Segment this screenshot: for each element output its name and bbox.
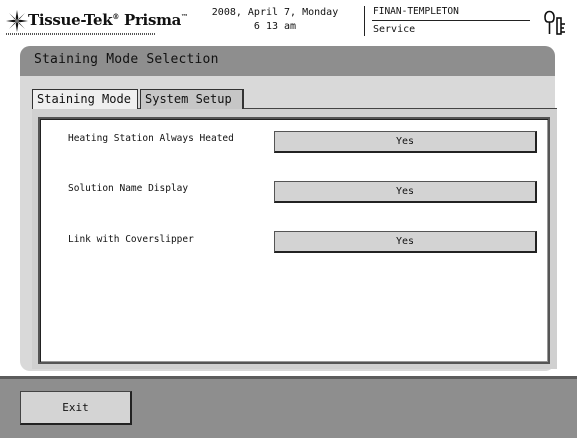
- system-setup-panel: Heating Station Always Heated Yes Soluti…: [32, 109, 557, 369]
- user-role: Service: [373, 24, 416, 35]
- header-divider: [364, 6, 365, 36]
- solution-name-display-label: Solution Name Display: [68, 183, 189, 194]
- user-key-icon[interactable]: [544, 10, 568, 36]
- date-time-display: 2008, April 7, Monday 6 13 am: [190, 6, 360, 34]
- heating-station-toggle-button[interactable]: Yes: [274, 131, 537, 153]
- header-bar: Tissue-Tek® Prisma™ 2008, April 7, Monda…: [0, 0, 577, 44]
- time-text: 6 13 am: [253, 21, 297, 32]
- starburst-logo-icon: [6, 10, 28, 32]
- brand-text: Tissue-Tek® Prisma™: [28, 11, 188, 29]
- window-title: Staining Mode Selection: [34, 52, 219, 67]
- link-coverslipper-label: Link with Coverslipper: [68, 234, 194, 245]
- date-text: 2008, April 7, Monday: [211, 7, 339, 18]
- heating-station-label: Heating Station Always Heated: [68, 133, 234, 144]
- tab-staining-mode[interactable]: Staining Mode: [32, 89, 138, 109]
- tab-system-setup[interactable]: System Setup: [140, 89, 244, 109]
- user-divider: [372, 20, 530, 21]
- footer-bar: Exit: [0, 376, 577, 438]
- exit-button[interactable]: Exit: [20, 391, 132, 425]
- window-titlebar: Staining Mode Selection: [20, 46, 555, 76]
- link-coverslipper-toggle-button[interactable]: Yes: [274, 231, 537, 253]
- settings-list: Heating Station Always Heated Yes Soluti…: [38, 117, 550, 364]
- logo-underline: [6, 33, 156, 35]
- brand-name: Tissue-Tek: [28, 11, 113, 29]
- tissue-tek-logo: Tissue-Tek® Prisma™: [6, 8, 188, 38]
- tab-strip: Staining Mode System Setup: [32, 89, 557, 109]
- brand-product: Prisma: [123, 11, 182, 29]
- user-name: FINAN-TEMPLETON: [373, 6, 459, 17]
- solution-name-display-toggle-button[interactable]: Yes: [274, 181, 537, 203]
